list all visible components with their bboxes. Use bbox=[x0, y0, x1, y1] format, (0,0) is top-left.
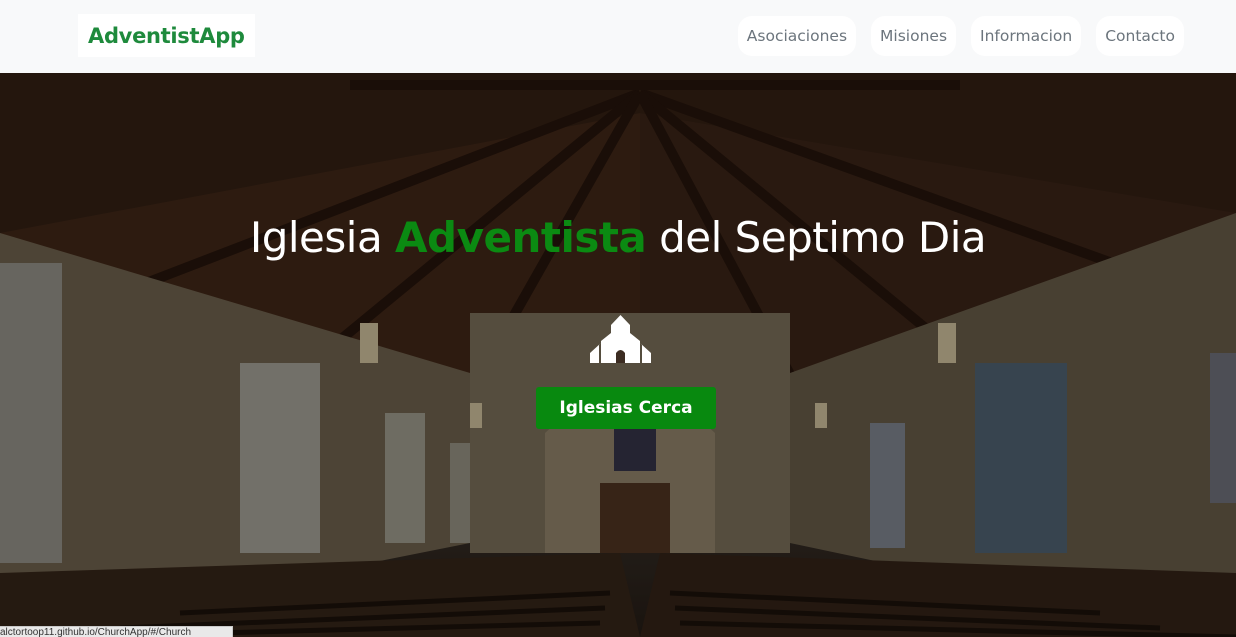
iglesias-cerca-button[interactable]: Iglesias Cerca bbox=[536, 387, 716, 429]
navbar: AdventistApp Asociaciones Misiones Infor… bbox=[0, 0, 1236, 73]
hero-section: Iglesia Adventista del Septimo Dia Igles… bbox=[0, 73, 1236, 637]
hero-title: Iglesia Adventista del Septimo Dia bbox=[0, 213, 1236, 262]
church-icon bbox=[590, 315, 651, 363]
brand-logo[interactable]: AdventistApp bbox=[78, 14, 255, 57]
nav-link-informacion[interactable]: Informacion bbox=[971, 16, 1082, 56]
nav-link-asociaciones[interactable]: Asociaciones bbox=[737, 16, 857, 56]
nav-link-misiones[interactable]: Misiones bbox=[871, 16, 957, 56]
nav-links: Asociaciones Misiones Informacion Contac… bbox=[737, 16, 1184, 56]
status-bar-url: alctortoop11.github.io/ChurchApp/#/Churc… bbox=[0, 626, 233, 637]
nav-link-contacto[interactable]: Contacto bbox=[1096, 16, 1184, 56]
hero-title-start: Iglesia bbox=[249, 213, 396, 262]
hero-title-accent: Adventista bbox=[395, 213, 647, 262]
hero-title-end: del Septimo Dia bbox=[646, 213, 987, 262]
